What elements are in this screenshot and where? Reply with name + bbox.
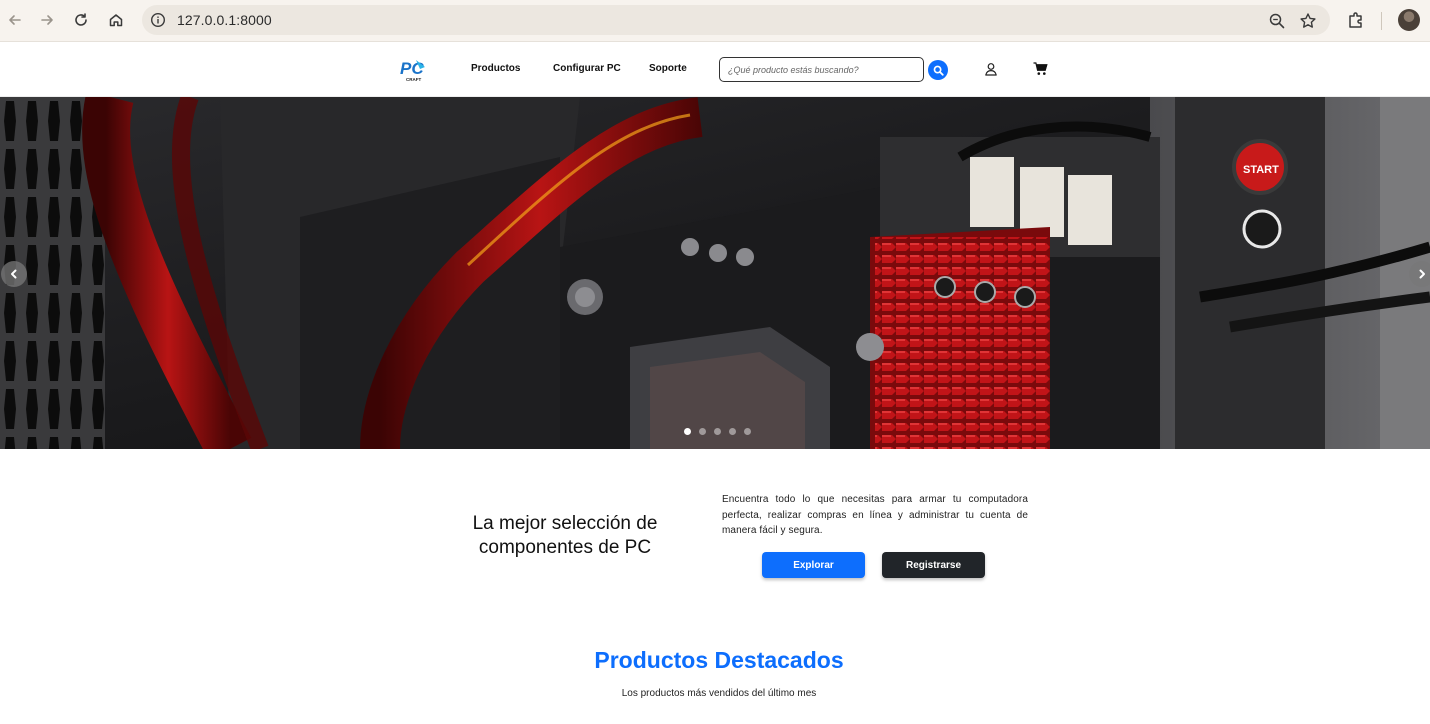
featured-title: Productos Destacados	[594, 647, 844, 673]
logo[interactable]: PC CRAFT	[399, 57, 427, 83]
carousel-indicator[interactable]	[699, 428, 706, 435]
carousel-indicator[interactable]	[729, 428, 736, 435]
forward-arrow-icon[interactable]	[35, 8, 59, 32]
search-icon	[933, 65, 944, 76]
nav-productos[interactable]: Productos	[471, 63, 520, 74]
carousel-indicator[interactable]	[744, 428, 751, 435]
site-header: PC CRAFT Productos Configurar PC Soporte	[0, 42, 1430, 97]
address-bar[interactable]: 127.0.0.1:8000	[142, 5, 1330, 35]
carousel-next-button[interactable]	[1409, 261, 1430, 287]
home-icon[interactable]	[104, 8, 128, 32]
reload-icon[interactable]	[69, 8, 93, 32]
hero-carousel: START	[0, 97, 1430, 449]
logo-subtext: CRAFT	[406, 77, 421, 82]
carousel-indicator[interactable]	[684, 428, 691, 435]
carousel-prev-button[interactable]	[1, 261, 27, 287]
site-info-icon[interactable]	[150, 12, 166, 28]
explore-button[interactable]: Explorar	[762, 552, 865, 578]
carousel-indicator[interactable]	[714, 428, 721, 435]
search-input[interactable]	[719, 57, 924, 82]
url-text: 127.0.0.1:8000	[177, 12, 272, 28]
cart-icon[interactable]	[1033, 62, 1048, 76]
user-icon[interactable]	[984, 62, 998, 76]
browser-toolbar: 127.0.0.1:8000	[0, 0, 1430, 42]
intro-text: Encuentra todo lo que necesitas para arm…	[722, 494, 1028, 536]
toolbar-divider	[1381, 12, 1382, 30]
carousel-indicators	[684, 428, 751, 435]
chevron-left-icon	[11, 269, 17, 279]
featured-subtitle: Los productos más vendidos del último me…	[621, 688, 817, 699]
register-button[interactable]: Registrarse	[882, 552, 985, 578]
extensions-icon[interactable]	[1346, 10, 1366, 30]
search-button[interactable]	[928, 60, 948, 80]
nav-soporte[interactable]: Soporte	[649, 63, 687, 74]
back-arrow-icon[interactable]	[3, 8, 27, 32]
zoom-icon[interactable]	[1268, 12, 1286, 30]
hero-slide-image: START	[0, 97, 1430, 449]
chevron-right-icon	[1419, 269, 1425, 279]
nav-configurar-pc[interactable]: Configurar PC	[553, 63, 621, 74]
intro-title: La mejor selección de componentes de PC	[472, 513, 658, 558]
svg-text:START: START	[1243, 164, 1279, 176]
bookmark-star-icon[interactable]	[1299, 12, 1317, 30]
profile-avatar[interactable]	[1398, 9, 1420, 31]
